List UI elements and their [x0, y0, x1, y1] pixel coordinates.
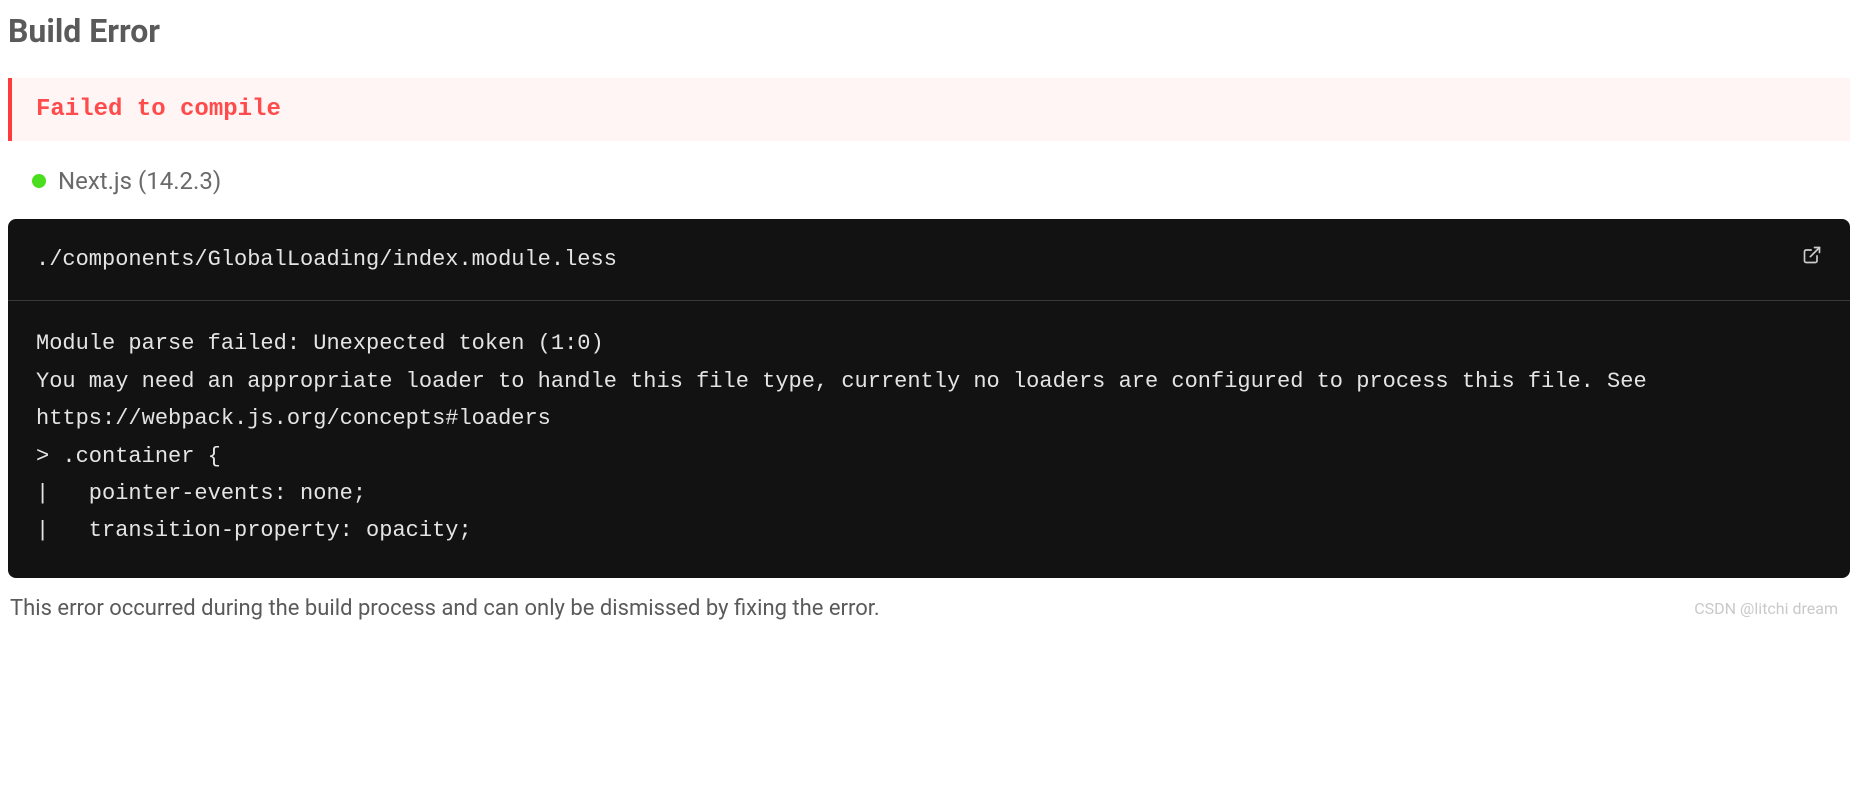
footer-note: This error occurred during the build pro… — [8, 596, 1850, 621]
status-dot-icon — [32, 174, 46, 188]
watermark-text: CSDN @litchi dream — [1694, 599, 1838, 618]
error-banner-message: Failed to compile — [36, 96, 281, 123]
error-file-path: ./components/GlobalLoading/index.module.… — [36, 241, 617, 278]
code-header: ./components/GlobalLoading/index.module.… — [8, 219, 1850, 301]
page-title: Build Error — [8, 12, 1850, 50]
framework-line: Next.js (14.2.3) — [8, 167, 1850, 219]
open-external-icon[interactable] — [1802, 241, 1822, 278]
code-panel: ./components/GlobalLoading/index.module.… — [8, 219, 1850, 578]
error-code-body: Module parse failed: Unexpected token (1… — [8, 301, 1850, 577]
framework-name: Next.js (14.2.3) — [58, 167, 221, 195]
error-banner: Failed to compile — [8, 78, 1850, 141]
